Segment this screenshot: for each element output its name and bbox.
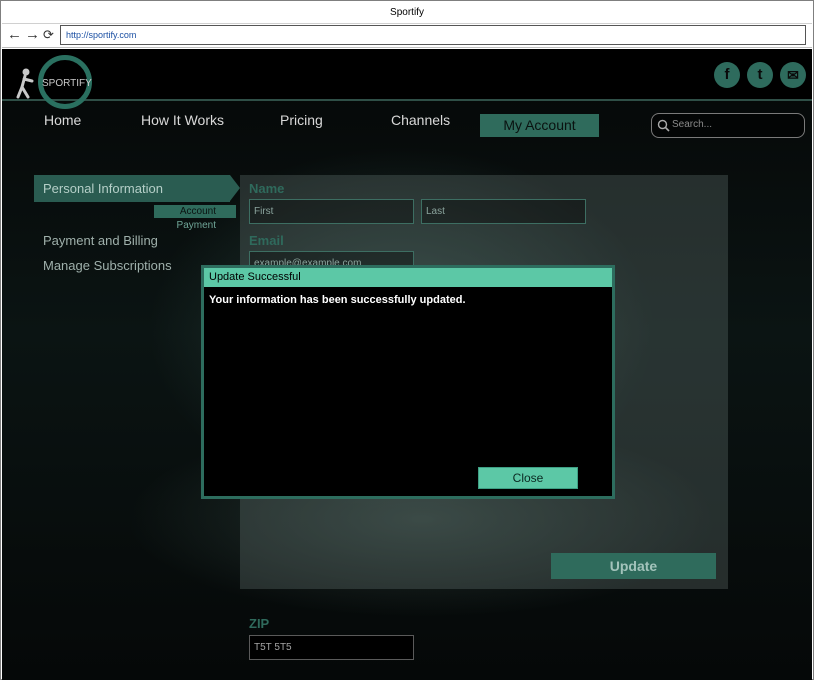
update-success-dialog: Update Successful Your information has b… — [201, 265, 615, 499]
address-bar[interactable]: http://sportify.com — [60, 25, 806, 45]
reload-icon[interactable]: ⟳ — [43, 26, 54, 44]
sidebar-item-personal-information[interactable]: Personal Information — [34, 175, 230, 202]
back-arrow-icon[interactable]: ← — [7, 26, 22, 44]
sidebar-item-manage-subscriptions[interactable]: Manage Subscriptions — [43, 258, 172, 273]
browser-toolbar: ← → ⟳ http://sportify.com — [2, 24, 812, 48]
dialog-message: Your information has been successfully u… — [209, 294, 466, 306]
nav-how-it-works[interactable]: How It Works — [141, 112, 224, 128]
close-button[interactable]: Close — [478, 467, 578, 489]
mail-icon[interactable]: ✉ — [780, 62, 806, 88]
search-input[interactable]: Search... — [651, 113, 805, 138]
search-icon — [657, 119, 670, 132]
forward-arrow-icon[interactable]: → — [25, 26, 40, 44]
logo-text: SPORTIFY — [42, 78, 92, 89]
update-button[interactable]: Update — [551, 553, 716, 579]
name-label: Name — [249, 181, 285, 196]
sidebar-active-arrow — [230, 175, 240, 201]
page-content: SPORTIFY f t ✉ Home How It Works Pricing… — [2, 49, 812, 680]
zip-label: ZIP — [249, 616, 270, 631]
nav-my-account[interactable]: My Account — [480, 114, 599, 137]
sidebar-item-payment-billing[interactable]: Payment and Billing — [43, 233, 158, 248]
dialog-title: Update Successful — [204, 268, 612, 287]
first-name-field[interactable]: First — [249, 199, 414, 224]
email-label: Email — [249, 233, 284, 248]
search-placeholder: Search... — [672, 119, 713, 130]
twitter-icon[interactable]: t — [747, 62, 773, 88]
sidebar-subitem-payment[interactable]: Payment — [154, 220, 216, 231]
nav-home[interactable]: Home — [44, 112, 81, 128]
last-name-field[interactable]: Last — [421, 199, 586, 224]
browser-window: Sportify ← → ⟳ http://sportify.com SPORT… — [0, 0, 814, 680]
nav-channels[interactable]: Channels — [391, 112, 450, 128]
site-header: SPORTIFY f t ✉ — [2, 49, 812, 109]
sidebar-subitem-account[interactable]: Account — [154, 205, 236, 218]
nav-pricing[interactable]: Pricing — [280, 112, 323, 128]
zip-field[interactable]: T5T 5T5 — [249, 635, 414, 660]
runner-figure-icon — [16, 68, 34, 99]
window-title: Sportify — [2, 2, 812, 24]
facebook-icon[interactable]: f — [714, 62, 740, 88]
